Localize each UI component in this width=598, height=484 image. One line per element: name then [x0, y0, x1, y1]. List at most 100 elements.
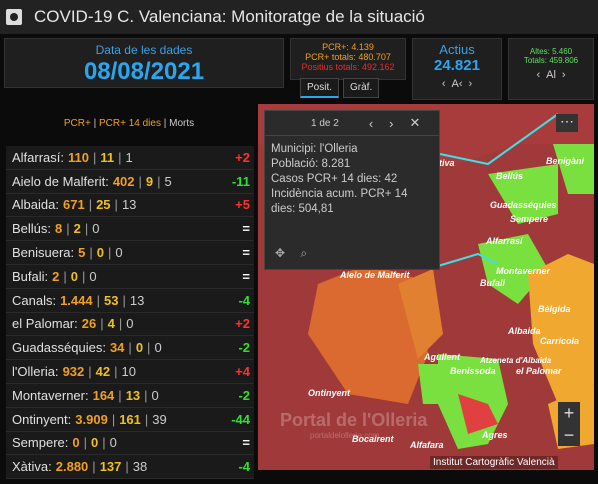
separator: | — [89, 245, 93, 261]
list-item[interactable]: Bufali: 2 | 0 | 0 = — [6, 264, 254, 289]
close-icon[interactable]: ✕ — [410, 115, 421, 131]
pcr-value: 34 — [109, 340, 125, 356]
list-item[interactable]: Albaida: 671 | 25 | 13 +5 — [6, 193, 254, 218]
pcr14-value: 0 — [96, 245, 105, 261]
deaths-value: 5 — [164, 173, 172, 189]
popup-footer: ✥ ⌕ — [275, 246, 307, 261]
pcr-total: PCR+ totals: 480.707 — [305, 52, 391, 62]
map-label: el Palomar — [516, 366, 562, 376]
pcr14-value: 2 — [73, 221, 81, 237]
list-item[interactable]: Alfarrasí: 110 | 11 | 1 +2 — [6, 146, 254, 170]
header-morts: Morts — [169, 118, 195, 129]
municipality-name: Bellús: — [12, 221, 52, 237]
map-label: Albaida — [508, 326, 541, 336]
map-label: Ontinyent — [308, 388, 350, 398]
separator: | — [83, 435, 87, 451]
list-header: PCR+ | PCR+ 14 dies | Morts — [0, 118, 258, 129]
tab-graf[interactable]: Gràf. — [343, 78, 380, 98]
pcr14-value: 13 — [125, 387, 141, 403]
pcr14-value: 25 — [96, 197, 111, 213]
pcr14-value: 4 — [107, 316, 115, 332]
logo-icon — [6, 9, 22, 25]
watermark-sub: portaldelolleria.com — [310, 431, 380, 440]
popup-line: Municipi: l'Olleria — [271, 143, 358, 155]
popup-line: Incidència acum. PCR+ 14 — [271, 188, 408, 200]
header-sep2: | — [160, 118, 170, 129]
chevron-right-icon[interactable]: › — [562, 69, 566, 81]
active-panel: Actius 24.821 ‹ A‹ › — [412, 38, 502, 100]
map-label: Bufali — [480, 278, 506, 288]
zoom-icon[interactable]: ⌕ — [300, 246, 307, 260]
chevron-right-icon[interactable]: › — [389, 116, 393, 131]
map-label: Agres — [482, 430, 508, 440]
list-item[interactable]: l'Olleria: 932 | 42 | 10 +4 — [6, 360, 254, 384]
list-item[interactable]: Guadasséquies: 34 | 0 | 0 -2 — [6, 336, 254, 361]
app-title: COVID-19 C. Valenciana: Monitoratge de l… — [34, 7, 425, 26]
zoom-in-button[interactable]: + — [564, 403, 575, 424]
separator: | — [114, 197, 118, 213]
delta-value: -2 — [238, 340, 250, 356]
popup-header: 1 de 2 ‹ › ✕ — [265, 111, 439, 136]
altes-value: Altes: 5.460 — [529, 47, 573, 56]
delta-value: +5 — [235, 197, 250, 213]
pcr-value: 110 — [68, 149, 89, 165]
delta-value: +4 — [235, 364, 250, 380]
list-item[interactable]: Montaverner: 164 | 13 | 0 -2 — [6, 383, 254, 408]
separator: | — [102, 435, 106, 451]
positius-total: Positius totals: 492.162 — [301, 62, 395, 72]
map-label: Sempere — [510, 214, 549, 224]
zoom-out-button[interactable]: − — [564, 425, 575, 446]
municipality-name: Benisuera: — [12, 245, 75, 261]
zoom-control: + − — [558, 402, 580, 446]
map-label: Bellús — [496, 171, 524, 181]
municipality-name: Canals: — [12, 292, 57, 308]
chevron-right-icon[interactable]: › — [469, 78, 473, 90]
popup-line: Població: 8.281 — [271, 158, 351, 170]
altes-panel: Altes: 5.460 Totals: 459.806 ‹ Al › — [508, 38, 594, 100]
delta-value: = — [242, 221, 250, 237]
chevron-left-icon[interactable]: ‹ — [369, 116, 373, 131]
separator: | — [88, 364, 92, 380]
separator: | — [82, 268, 86, 284]
pcr14-value: 0 — [91, 435, 99, 451]
map-label: Carrícola — [540, 336, 580, 346]
popup-body: Municipi: l'Olleria Població: 8.281 Caso… — [265, 136, 439, 223]
nav-mid: Al — [546, 69, 556, 81]
deaths-value: 0 — [92, 221, 100, 237]
list-item[interactable]: Canals: 1.444 | 53 | 13 -4 — [6, 288, 254, 313]
map-label: Montaverner — [496, 266, 551, 276]
list-item[interactable]: Xàtiva: 2.880 | 137 | 38 -4 — [6, 455, 254, 480]
delta-value: +2 — [235, 316, 250, 332]
delta-value: = — [242, 245, 250, 261]
list-item[interactable]: Benisuera: 5 | 0 | 0 = — [6, 241, 254, 265]
separator: | — [93, 149, 97, 165]
more-icon[interactable]: ⋯ — [556, 114, 578, 132]
chevron-left-icon[interactable]: ‹ — [536, 69, 540, 81]
list-item[interactable]: Bellús: 8 | 2 | 0 = — [6, 217, 254, 242]
list-item[interactable]: Aielo de Malferit: 402 | 9 | 5 -11 — [6, 169, 254, 194]
delta-value: = — [242, 268, 250, 284]
pcr-positive: PCR+: 4.139 — [322, 42, 374, 52]
deaths-value: 39 — [152, 411, 167, 427]
chevron-left-icon[interactable]: ‹ — [442, 78, 446, 90]
active-value: 24.821 — [434, 57, 480, 74]
header-sep1: | — [90, 118, 99, 129]
pcr14-value: 53 — [104, 292, 119, 308]
deaths-value: 38 — [132, 459, 148, 475]
deaths-value: 0 — [154, 340, 162, 356]
list-item[interactable]: Ontinyent: 3.909 | 161 | 39 -44 — [6, 407, 254, 432]
map-label: Aielo de Malferit — [340, 270, 410, 280]
delta-value: = — [242, 435, 250, 451]
separator: | — [66, 221, 70, 237]
municipality-name: Xàtiva: — [12, 459, 52, 475]
deaths-value: 13 — [129, 292, 145, 308]
date-label: Data de les dades — [95, 43, 193, 57]
move-icon[interactable]: ✥ — [275, 246, 285, 260]
separator: | — [100, 316, 104, 332]
list-item[interactable]: el Palomar: 26 | 4 | 0 +2 — [6, 312, 254, 337]
pcr14-value: 42 — [95, 364, 111, 380]
list-item[interactable]: Sempere: 0 | 0 | 0 = — [6, 431, 254, 456]
header-pcr: PCR+ — [63, 118, 91, 129]
tab-posit[interactable]: Posit. — [300, 78, 340, 98]
tab-bar: Posit. Gràf. — [300, 78, 383, 98]
